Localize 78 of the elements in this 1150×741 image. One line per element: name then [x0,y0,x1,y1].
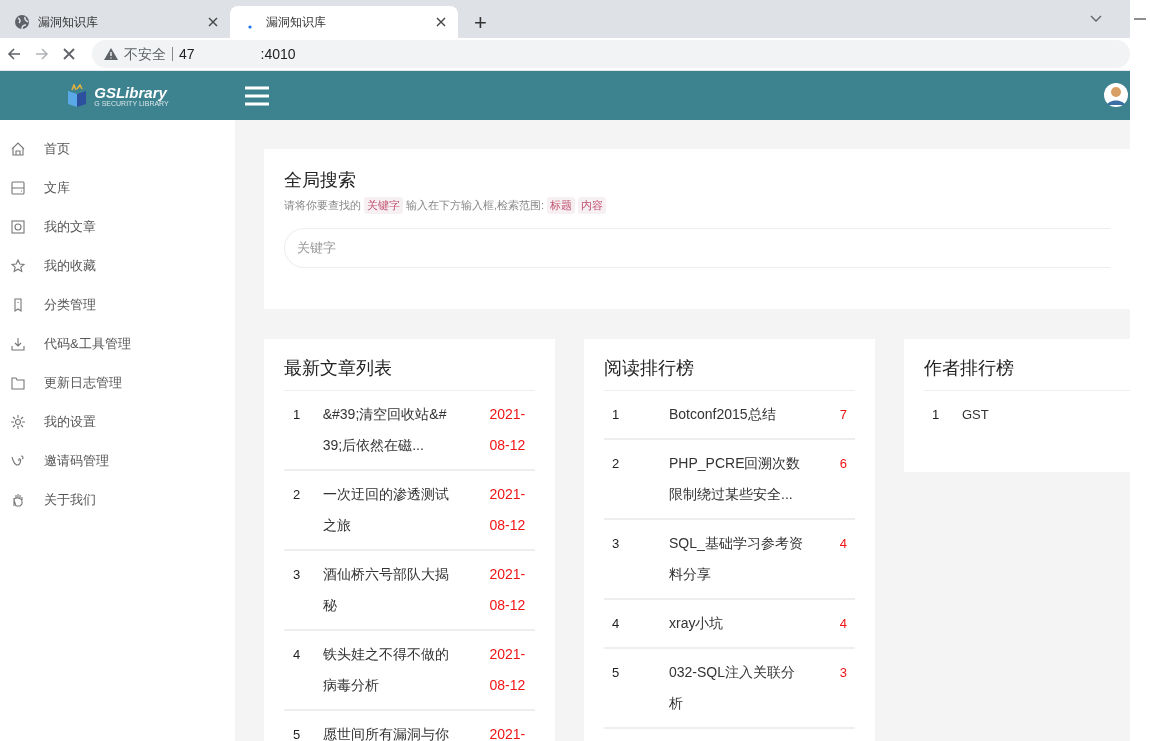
read-count: 6 [838,455,848,473]
rank-number: 2 [611,455,621,473]
warning-icon [104,48,118,60]
globe-icon [14,14,30,30]
search-field[interactable]: 关键字 [284,227,1110,268]
article-date: 2021-08-12 [489,485,527,535]
close-icon[interactable] [62,47,76,61]
hint-text: 输入在下方输入框,检索范围: [406,198,545,213]
article-title[interactable]: 铁头娃之不得不做的病毒分析 [322,639,452,701]
article-title[interactable]: 酒仙桥六号部队大揭秘 [322,559,452,621]
rank-number: 1 [611,406,621,424]
card-title: 作者排行榜 [924,355,1130,391]
close-icon[interactable] [436,17,446,27]
article-date: 2021-08-12 [489,645,527,695]
new-tab-button[interactable]: + [474,12,487,34]
sidebar-item[interactable]: 我的设置 [0,402,235,441]
rank-number: 5 [292,726,302,741]
sidebar-item[interactable]: 邀请码管理 [0,441,235,480]
chevron-down-icon[interactable] [1090,15,1102,23]
article-title[interactable]: Botconf2015总结 [669,399,805,430]
address-field[interactable]: 不安全 47 :4010 [92,40,1130,68]
star-icon [10,257,26,274]
author-name[interactable]: GST [962,399,989,430]
sidebar-item[interactable]: 文库 [0,168,235,207]
frame-icon [10,218,26,235]
article-title[interactable]: PHP_PCRE回溯次数限制绕过某些安全... [669,448,805,510]
read-count: 3 [838,664,848,682]
sidebar-item[interactable]: 关于我们 [0,480,235,519]
avatar-icon[interactable] [1104,83,1128,107]
drawer-icon [10,179,26,196]
security-warning: 不安全 [124,44,166,64]
article-date: 2021-08-12 [489,405,527,455]
sidebar-item[interactable]: 我的文章 [0,207,235,246]
keyword-tag: 关键字 [364,197,403,214]
loading-icon [248,25,252,29]
keyword-tag: 标题 [547,197,576,214]
article-title[interactable]: xray小坑 [669,608,805,639]
article-date: 2021- [489,725,527,741]
read-count: 7 [838,406,848,424]
rank-number: 5 [611,664,621,682]
article-title[interactable]: SQL_基础学习参考资料分享 [669,528,805,590]
rank-number: 1 [931,406,941,424]
tab-title: 漏洞知识库 [266,14,327,31]
card-title: 阅读排行榜 [604,355,855,391]
article-title[interactable]: 一次迂回的渗透测试之旅 [322,479,452,541]
browser-tab[interactable]: 漏洞知识库 [2,6,230,38]
rank-number: 2 [292,486,302,504]
keyword-tag: 内容 [578,197,607,214]
url-text: :4010 [260,44,296,64]
article-title[interactable]: 032-SQL注入关联分析 [669,657,805,719]
sidebar-item[interactable]: 代码&工具管理 [0,324,235,363]
sidebar-item[interactable]: 首页 [0,129,235,168]
close-icon[interactable] [208,17,218,27]
download-icon [10,335,26,352]
rank-number: 3 [611,535,621,553]
back-icon[interactable] [6,46,22,62]
article-title[interactable]: 愿世间所有漏洞与你 [322,719,452,741]
tab-title: 漏洞知识库 [38,14,99,31]
logo-text: GSLibrary [94,84,169,100]
card-title: 最新文章列表 [284,355,535,391]
rank-number: 1 [292,406,302,424]
house-icon [10,140,26,157]
url-text: 47 [179,44,195,64]
sidebar-item[interactable]: 更新日志管理 [0,363,235,402]
article-title[interactable]: &#39;清空回收站&#39;后依然在磁... [322,399,452,461]
rank-number: 4 [611,615,621,633]
menu-icon[interactable] [245,85,269,106]
hint-text: 请将你要查找的 [284,198,361,213]
sidebar-item[interactable]: 我的收藏 [0,246,235,285]
card-title: 全局搜索 [284,169,357,192]
read-count: 4 [838,615,848,633]
browser-tab[interactable]: 漏洞知识库 [230,6,458,38]
folder-icon [10,374,26,391]
rank-number: 4 [292,646,302,664]
article-date: 2021-08-12 [489,565,527,615]
read-count: 4 [838,535,848,553]
sidebar-item[interactable]: 分类管理 [0,285,235,324]
rank-number: 3 [292,566,302,584]
